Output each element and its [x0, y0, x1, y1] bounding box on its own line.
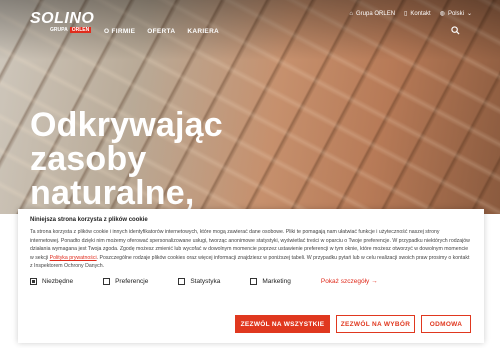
hero-headline: Odkrywając zasoby naturalne,: [30, 108, 223, 210]
checkbox-preferencje-label: Preferencje: [115, 278, 149, 285]
chevron-down-icon: ⌄: [466, 11, 472, 17]
allow-selection-button[interactable]: ZEZWÓL NA WYBÓR: [336, 315, 415, 333]
checkbox-marketing-box[interactable]: [250, 278, 258, 285]
cookie-actions: ZEZWÓL NA WSZYSTKIE ZEZWÓL NA WYBÓR ODMO…: [235, 315, 471, 333]
cookie-consent-panel: Niniejsza strona korzysta z plików cooki…: [18, 209, 484, 343]
checkbox-preferencje[interactable]: Preferencje: [103, 278, 148, 285]
hero-headline-line3: naturalne,: [30, 174, 195, 212]
search-icon[interactable]: [451, 26, 460, 37]
topbar-language-label: Polski: [447, 10, 464, 17]
checkbox-statystyka-label: Statystyka: [190, 278, 221, 285]
privacy-policy-link[interactable]: Polityka prywatności: [50, 255, 97, 261]
nav-item-kariera[interactable]: KARIERA: [187, 28, 219, 35]
nav-item-oferta[interactable]: OFERTA: [147, 28, 175, 35]
hero-headline-line2: zasoby: [30, 140, 147, 178]
topbar-language[interactable]: ◍ Polski ⌄: [439, 10, 472, 18]
checkbox-statystyka[interactable]: Statystyka: [178, 278, 220, 285]
solino-logo[interactable]: SOLINO GRUPA ORLEN: [30, 10, 95, 33]
nav-item-o-firmie[interactable]: O FIRMIE: [104, 28, 135, 35]
top-utility-bar: ⌂ Grupa ORLEN ▯ Kontakt ◍ Polski ⌄: [349, 10, 472, 18]
main-nav: O FIRMIE OFERTA KARIERA: [104, 28, 219, 35]
cookie-title: Niniejsza strona korzysta z plików cooki…: [30, 217, 148, 223]
checkbox-preferencje-box[interactable]: [103, 278, 111, 285]
topbar-kontakt-label: Kontakt: [410, 10, 431, 17]
cookie-text-part2: . Poszczególne rodzaje plików cookies or…: [30, 254, 470, 270]
checkbox-marketing[interactable]: Marketing: [250, 278, 291, 285]
home-icon: ⌂: [349, 10, 354, 17]
show-details-link[interactable]: Pokaż szczegóły →: [321, 278, 378, 285]
checkbox-marketing-label: Marketing: [262, 278, 291, 285]
logo-group-label: GRUPA: [50, 27, 68, 33]
allow-all-button[interactable]: ZEZWÓL NA WSZYSTKIE: [235, 315, 330, 333]
checkbox-niezbedne-box[interactable]: [30, 278, 37, 285]
cookie-categories: Niezbędne Preferencje Statystyka Marketi…: [30, 278, 378, 285]
topbar-kontakt[interactable]: ▯ Kontakt: [404, 10, 431, 18]
logo-wordmark: SOLINO: [30, 10, 95, 27]
topbar-grupa-orlen[interactable]: ⌂ Grupa ORLEN: [349, 11, 395, 17]
deny-button[interactable]: ODMOWA: [421, 315, 471, 333]
checkbox-statystyka-box[interactable]: [178, 278, 186, 285]
cookie-description: Ta strona korzysta z plików cookie i inn…: [30, 228, 470, 271]
logo-orlen-badge: ORLEN: [69, 27, 92, 33]
checkbox-niezbedne-label: Niezbędne: [42, 278, 74, 285]
logo-group: GRUPA ORLEN: [50, 27, 92, 33]
topbar-grupa-orlen-label: Grupa ORLEN: [356, 10, 396, 17]
checkbox-niezbedne[interactable]: Niezbędne: [30, 278, 73, 285]
globe-icon: ◍: [439, 11, 445, 17]
phone-icon: ▯: [404, 11, 408, 17]
hero-headline-line1: Odkrywając: [30, 106, 223, 144]
